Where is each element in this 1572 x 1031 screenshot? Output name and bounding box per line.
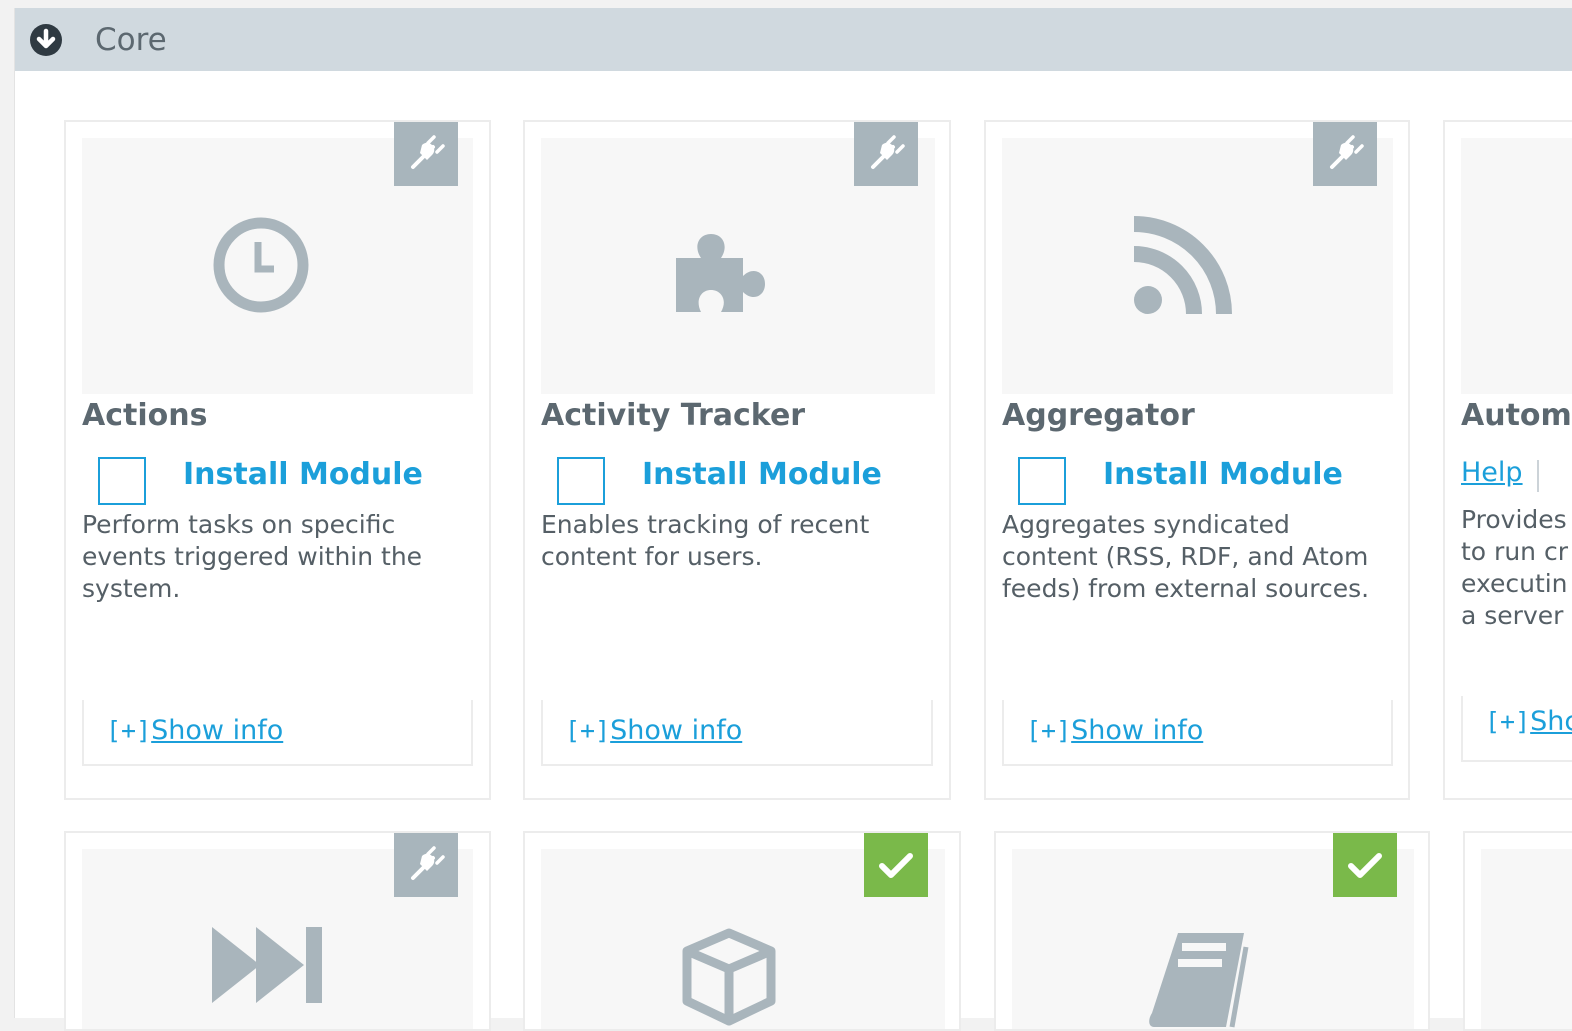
cube-icon [682,928,776,1026]
info-box: [+]Show info [1002,700,1393,766]
install-checkbox[interactable] [1018,457,1066,505]
check-icon [1333,833,1397,897]
module-card [64,831,491,1031]
module-description: Aggregates syndicated content (RSS, RDF,… [1002,510,1370,603]
module-title: Autom [1461,398,1572,433]
show-info-link[interactable]: [+]Show info [106,715,283,746]
module-card-aggregator: Aggregator Install Module Aggregates syn… [984,120,1410,800]
install-module-label[interactable]: Install Module [183,457,423,492]
install-checkbox[interactable] [557,457,605,505]
plug-icon [1313,122,1377,186]
plug-icon [394,833,458,897]
book-icon [1149,933,1249,1028]
module-image [1481,849,1572,1029]
help-separator [1537,460,1539,492]
module-title: Aggregator [1002,398,1195,433]
clock-icon [213,217,309,313]
info-box: [+]Show info [541,700,933,766]
plug-icon [394,122,458,186]
module-title: Activity Tracker [541,398,806,433]
install-checkbox[interactable] [98,457,146,505]
install-module-label[interactable]: Install Module [642,457,882,492]
module-image [1461,138,1572,394]
module-card-actions: Actions Install Module Perform tasks on … [64,120,491,800]
module-card [523,831,961,1031]
module-title: Actions [82,398,208,433]
module-description: Enables tracking of recent content for u… [541,510,870,571]
module-card-autom: Autom Help Provides to run cr executin a… [1443,120,1572,800]
section-header[interactable]: Core [15,8,1572,71]
show-info-link[interactable]: [+]Shc [1485,706,1572,737]
module-card-activity-tracker: Activity Tracker Install Module Enables … [523,120,951,800]
install-module-label[interactable]: Install Module [1103,457,1343,492]
section-title: Core [95,22,167,58]
chevron-down-circle-icon[interactable] [29,23,63,57]
show-info-link[interactable]: [+]Show info [1026,715,1203,746]
check-icon [864,833,928,897]
rss-icon [1133,216,1232,315]
info-box: [+]Shc [1461,696,1572,762]
module-description: Provides to run cr executin a server [1461,505,1568,630]
help-link[interactable]: Help [1461,457,1523,488]
info-box: [+]Show info [82,700,473,766]
fast-forward-icon [212,927,322,1003]
show-info-link[interactable]: [+]Show info [565,715,742,746]
plug-icon [854,122,918,186]
puzzle-icon [676,234,765,312]
module-card [994,831,1430,1031]
module-description: Perform tasks on specific events trigger… [82,510,423,603]
module-card [1463,831,1572,1031]
